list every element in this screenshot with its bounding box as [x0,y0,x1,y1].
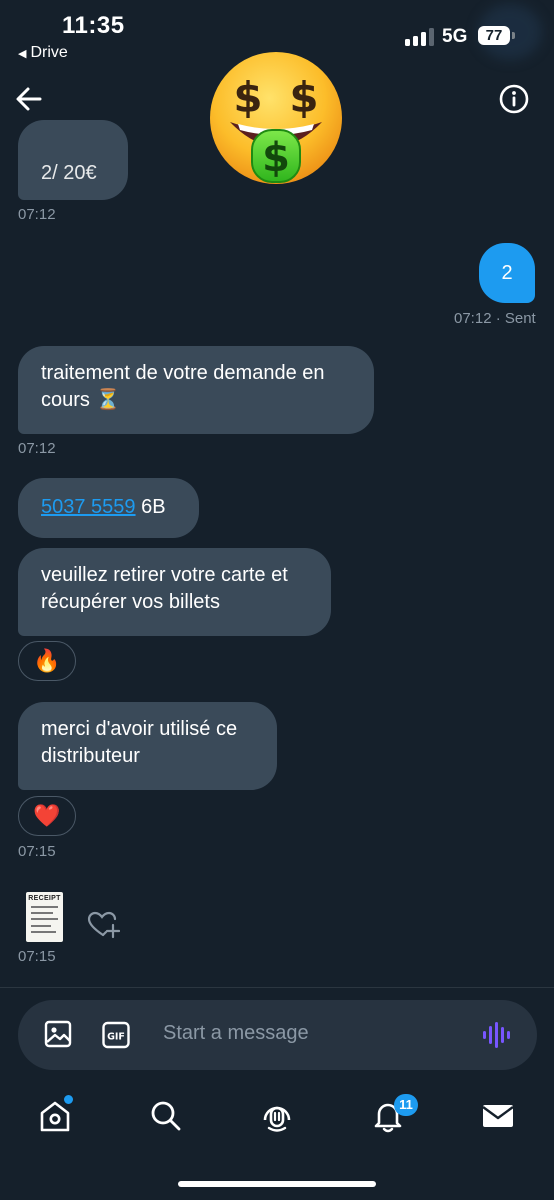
message-bubble[interactable]: veuillez retirer votre carte et récupére… [18,548,331,636]
sent-message-bubble[interactable]: 2 [479,243,535,303]
receipt-title: RECEIPT [28,895,61,902]
message-input[interactable] [163,1022,443,1045]
message-timestamp: 07:15 [18,948,56,965]
voice-message-icon[interactable] [482,1020,512,1050]
back-app-label: Drive [30,44,68,61]
home-indicator[interactable] [178,1181,376,1187]
message-text: 2/ 20€ [41,162,97,184]
notifications-badge: 11 [394,1094,418,1116]
fire-icon: 🔥 [33,648,61,673]
phone-number-link[interactable]: 5037 5559 [41,496,136,518]
network-type: 5G [442,26,468,47]
fire-reaction[interactable]: 🔥 [18,641,76,681]
dm-conversation-screen: 11:35 ◀ Drive 5G 77 2/ 20€ 07:12 $ $ $ 2… [0,0,554,1200]
message-composer: GIF [18,1000,537,1070]
message-timestamp: 07:15 [18,843,56,860]
spaces-icon[interactable] [259,1098,295,1134]
svg-text:$: $ [233,73,262,122]
back-arrow-icon[interactable] [14,84,44,114]
message-text: veuillez retirer votre carte et récupére… [41,564,288,613]
message-text: 6B [135,496,166,518]
gif-icon[interactable]: GIF [102,1021,130,1049]
money-mouth-face-avatar[interactable]: $ $ $ [208,50,344,186]
message-text: traitement de votre demande en cours ⏳ [41,362,325,411]
signal-strength-icon [405,26,435,46]
message-text: merci d'avoir utilisé ce distributeur [41,718,238,767]
message-bubble-partial[interactable]: 2/ 20€ [18,120,128,200]
message-timestamp: 07:12 [18,206,56,223]
messages-mail-icon[interactable] [480,1098,516,1134]
add-reaction-icon[interactable] [86,910,120,940]
svg-text:$: $ [262,135,290,181]
message-timestamp: 07:12 [18,440,56,457]
receipt-emoji-message[interactable]: RECEIPT [26,892,63,942]
status-time: 11:35 [62,12,125,39]
svg-text:$: $ [289,73,318,122]
message-text: 2 [501,262,513,284]
back-triangle-icon: ◀ [18,48,27,60]
composer-divider [0,987,554,988]
image-icon[interactable] [44,1020,72,1048]
heart-reaction[interactable]: ❤️ [18,796,76,836]
message-bubble[interactable]: merci d'avoir utilisé ce distributeur [18,702,277,790]
sent-message-status: 07:12 · Sent [454,310,536,327]
info-icon[interactable] [498,83,530,115]
message-bubble[interactable]: traitement de votre demande en cours ⏳ [18,346,374,434]
back-to-app-link[interactable]: ◀ Drive [18,44,68,62]
svg-text:GIF: GIF [107,1032,125,1043]
search-icon[interactable] [148,1098,184,1134]
battery-level: 77 [478,26,515,45]
message-bubble[interactable]: 5037 5559 6B [18,478,199,538]
home-unread-dot [62,1093,75,1106]
heart-icon: ❤️ [33,803,61,828]
